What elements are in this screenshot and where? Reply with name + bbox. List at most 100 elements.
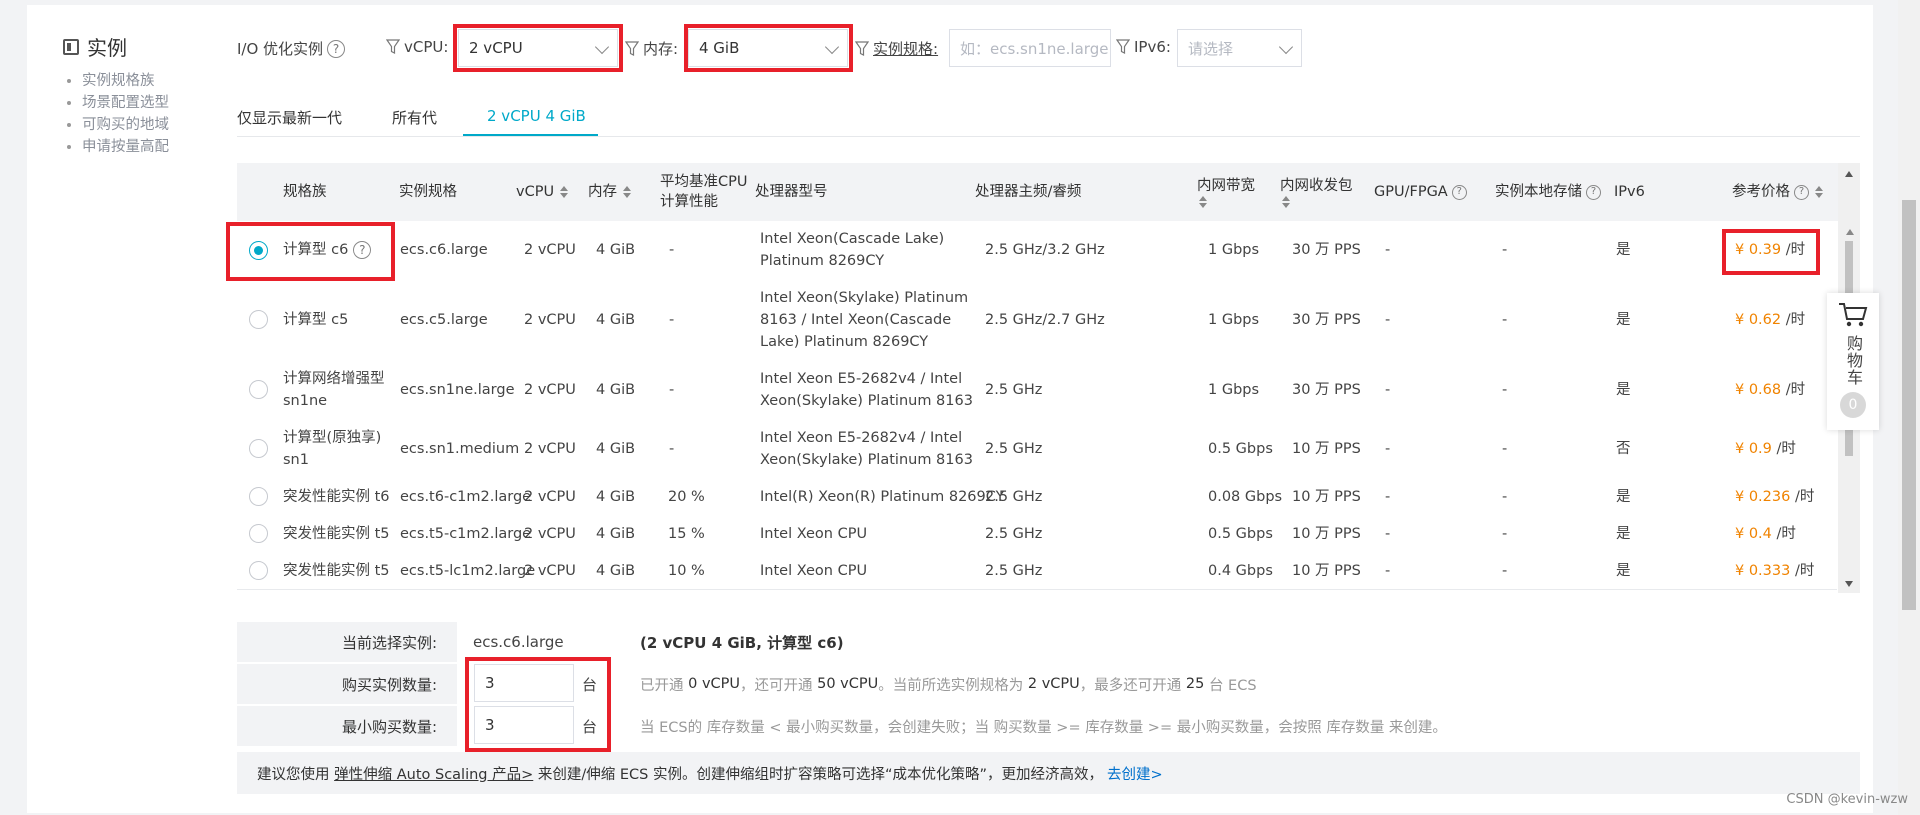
header-bandwidth-text: 内网带宽 [1197, 178, 1255, 194]
sidebar-item-scenario[interactable]: 场景配置选型 [82, 92, 169, 114]
table-row[interactable]: 突发性能实例 t6 ecs.t6-c1m2.large 2 vCPU 4 GiB… [237, 478, 1837, 516]
page-scroll-thumb[interactable] [1902, 200, 1916, 610]
minimum-quantity-input[interactable]: 3 [474, 706, 574, 744]
table-row[interactable]: 计算型 c6? ecs.c6.large 2 vCPU 4 GiB - Inte… [237, 221, 1837, 280]
header-spec: 实例规格 [399, 184, 457, 200]
header-frequency: 处理器主频/睿频 [975, 184, 1082, 200]
header-pps-text: 内网收发包 [1280, 178, 1353, 194]
row-price: ¥ 0.9 [1735, 440, 1772, 457]
quota-hint-text: 台 ECS [1208, 677, 1257, 694]
row-processor: Intel Xeon CPU [760, 562, 868, 579]
help-icon[interactable]: ? [1794, 184, 1809, 200]
tab-all-generations[interactable]: 所有代 [392, 107, 437, 128]
row-price: ¥ 0.4 [1735, 525, 1772, 542]
row-ipv6: 是 [1616, 562, 1631, 579]
row-vcpu: 2 vCPU [524, 562, 576, 579]
ipv6-select-placeholder: 请选择 [1188, 39, 1234, 58]
row-family: 计算型(原独享) sn1 [283, 429, 382, 468]
sort-icon[interactable] [623, 186, 631, 198]
row-radio[interactable] [249, 240, 268, 260]
row-ipv6: 否 [1616, 440, 1631, 457]
table-header: 规格族 实例规格 vCPU 内存 平均基准CPU 计算性能 处理器型号 处理器主… [237, 163, 1860, 221]
sidebar-item-regions[interactable]: 可购买的地域 [82, 114, 169, 136]
header-bandwidth[interactable]: 内网带宽 [1197, 163, 1255, 221]
current-selection-value: ecs.c6.large [473, 633, 564, 651]
table-row[interactable]: 突发性能实例 t5 ecs.t5-c1m2.large 2 vCPU 4 GiB… [237, 515, 1837, 553]
row-radio[interactable] [249, 310, 268, 329]
purchase-quantity-input[interactable]: 3 [474, 664, 574, 702]
header-cpu-performance: 平均基准CPU 计算性能 [660, 163, 747, 221]
row-radio[interactable] [249, 439, 268, 458]
shopping-cart-widget[interactable]: 购物车 0 [1827, 293, 1879, 430]
scroll-up-arrow-icon[interactable] [1845, 171, 1853, 177]
row-memory: 4 GiB [596, 440, 636, 457]
quota-hint-text: ，最多还可开通 [1079, 677, 1182, 694]
spec-input[interactable]: 如：ecs.sn1ne.large [949, 29, 1111, 67]
row-memory: 4 GiB [596, 311, 636, 328]
instance-table: 规格族 实例规格 vCPU 内存 平均基准CPU 计算性能 处理器型号 处理器主… [237, 163, 1860, 593]
help-icon[interactable]: ? [1586, 184, 1601, 200]
row-gpu: - [1385, 562, 1391, 579]
sidebar-item-apply-high-config[interactable]: 申请按量高配 [82, 136, 169, 158]
minimum-quantity-unit: 台 [582, 717, 598, 736]
ipv6-select[interactable]: 请选择 [1177, 29, 1302, 67]
header-pps[interactable]: 内网收发包 [1280, 163, 1353, 221]
sort-icon[interactable] [1815, 186, 1823, 198]
header-family: 规格族 [283, 184, 327, 200]
table-row[interactable]: 计算型(原独享) sn1 ecs.sn1.medium 2 vCPU 4 GiB… [237, 419, 1837, 479]
header-price[interactable]: 参考价格 ? [1732, 163, 1823, 221]
help-icon[interactable]: ? [327, 39, 346, 58]
row-pps: 10 万 PPS [1292, 440, 1361, 457]
sort-icon[interactable] [1282, 196, 1290, 208]
header-gpu: GPU/FPGA ? [1374, 163, 1467, 221]
row-radio[interactable] [249, 380, 268, 399]
table-row[interactable]: 突发性能实例 t5 ecs.t5-lc1m2.large 2 vCPU 4 Gi… [237, 552, 1837, 590]
sort-icon[interactable] [560, 186, 569, 198]
row-vcpu: 2 vCPU [524, 311, 576, 328]
row-radio[interactable] [249, 524, 268, 543]
quota-hint-text: 。当前所选实例规格为 [878, 677, 1024, 694]
row-price-unit: /时 [1785, 242, 1806, 258]
row-radio[interactable] [249, 561, 268, 580]
row-gpu: - [1385, 242, 1391, 258]
help-icon[interactable]: ? [1451, 184, 1467, 200]
ipv6-label-text: IPv6: [1134, 38, 1171, 56]
row-cpu-performance: 20 % [668, 488, 705, 505]
spec-filter-label: 实例规格: [855, 38, 938, 59]
chevron-down-icon [594, 39, 610, 55]
spec-label-link[interactable]: 实例规格: [873, 38, 938, 59]
row-pps: 10 万 PPS [1292, 525, 1361, 542]
memory-select[interactable]: 4 GiB [688, 29, 848, 67]
create-link[interactable]: 去创建> [1107, 763, 1163, 784]
header-memory-text: 内存 [588, 184, 617, 200]
row-processor: Intel Xeon(Skylake) Platinum 8163 / Inte… [760, 289, 969, 350]
row-cpu-performance: - [669, 440, 675, 457]
header-local-storage-text: 实例本地存储 [1495, 184, 1582, 200]
sidebar-item-instance-family[interactable]: 实例规格族 [82, 70, 169, 92]
header-ipv6: IPv6 [1614, 184, 1645, 200]
header-memory[interactable]: 内存 [588, 163, 631, 221]
scroll-up-arrow-icon[interactable] [1846, 229, 1854, 235]
table-row[interactable]: 计算网络增强型 sn1ne ecs.sn1ne.large 2 vCPU 4 G… [237, 360, 1837, 420]
vcpu-select[interactable]: 2 vCPU [458, 29, 618, 67]
tab-latest-generation[interactable]: 仅显示最新一代 [237, 107, 342, 128]
scroll-down-arrow-icon[interactable] [1845, 581, 1853, 587]
table-row[interactable]: 计算型 c5 ecs.c5.large 2 vCPU 4 GiB - Intel… [237, 279, 1837, 361]
chevron-down-icon [1278, 39, 1294, 55]
sort-icon[interactable] [1199, 196, 1207, 208]
row-cpu-performance: - [669, 311, 675, 328]
header-vcpu[interactable]: vCPU [516, 163, 569, 221]
row-radio[interactable] [249, 487, 268, 506]
minimum-quantity-label: 最小购买数量: [237, 706, 457, 746]
page-scrollbar[interactable] [1898, 0, 1920, 815]
row-memory: 4 GiB [596, 242, 636, 258]
row-frequency: 2.5 GHz/2.7 GHz [985, 311, 1105, 328]
auto-scaling-tip: 建议您使用 弹性伸缩 Auto Scaling 产品> 来创建/伸缩 ECS 实… [237, 752, 1860, 794]
row-frequency: 2.5 GHz [985, 381, 1043, 398]
row-pps: 30 万 PPS [1292, 242, 1361, 258]
tip-prefix: 建议您使用 [257, 766, 330, 783]
tab-2vcpu-4gib[interactable]: 2 vCPU 4 GiB [487, 107, 586, 125]
auto-scaling-product-link[interactable]: 弹性伸缩 Auto Scaling 产品> [334, 763, 533, 784]
help-icon[interactable]: ? [353, 241, 372, 259]
cart-icon [1839, 303, 1868, 327]
